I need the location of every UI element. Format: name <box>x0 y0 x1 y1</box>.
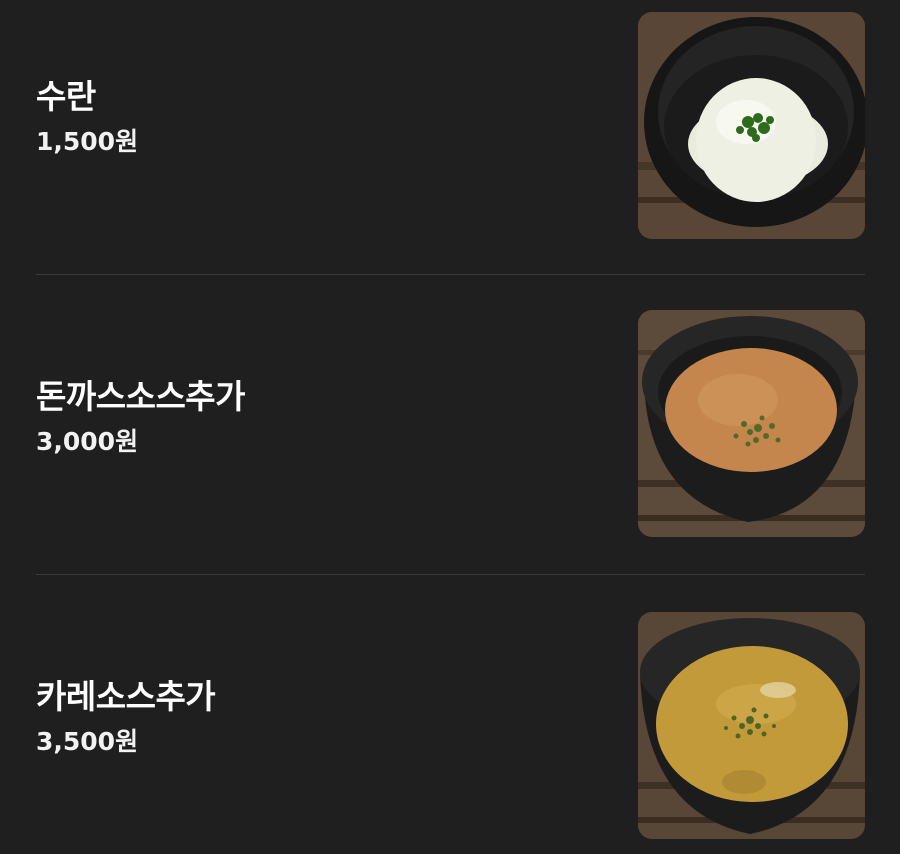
tonkatsu-sauce-image <box>638 310 865 537</box>
menu-item-text: 돈까스소스추가 3,000원 <box>36 375 596 457</box>
menu-item-price: 3,000원 <box>36 427 139 456</box>
menu-item-poached-egg[interactable]: 수란 1,500원 <box>0 0 900 240</box>
menu-item-tonkatsu-sauce[interactable]: 돈까스소스추가 3,000원 <box>0 298 900 538</box>
menu-item-name: 카레소스추가 <box>36 677 216 716</box>
tonkatsu-sauce-photo[interactable] <box>638 310 865 537</box>
divider <box>36 574 865 575</box>
menu-item-name: 수란 <box>36 77 96 116</box>
menu-item-name: 돈까스소스추가 <box>36 377 246 416</box>
poached-egg-image <box>638 12 865 239</box>
menu-item-text: 카레소스추가 3,500원 <box>36 675 596 757</box>
curry-sauce-image <box>638 612 865 839</box>
menu-item-text: 수란 1,500원 <box>36 75 596 157</box>
poached-egg-photo[interactable] <box>638 12 865 239</box>
menu-item-price: 1,500원 <box>36 127 139 156</box>
menu-item-curry-sauce[interactable]: 카레소스추가 3,500원 <box>0 598 900 839</box>
menu-list: 수란 1,500원 돈까스소스추가 3,000원 카레소스추가 3,500원 <box>0 0 900 854</box>
divider <box>36 274 865 275</box>
menu-item-price: 3,500원 <box>36 727 139 756</box>
curry-sauce-photo[interactable] <box>638 612 865 839</box>
